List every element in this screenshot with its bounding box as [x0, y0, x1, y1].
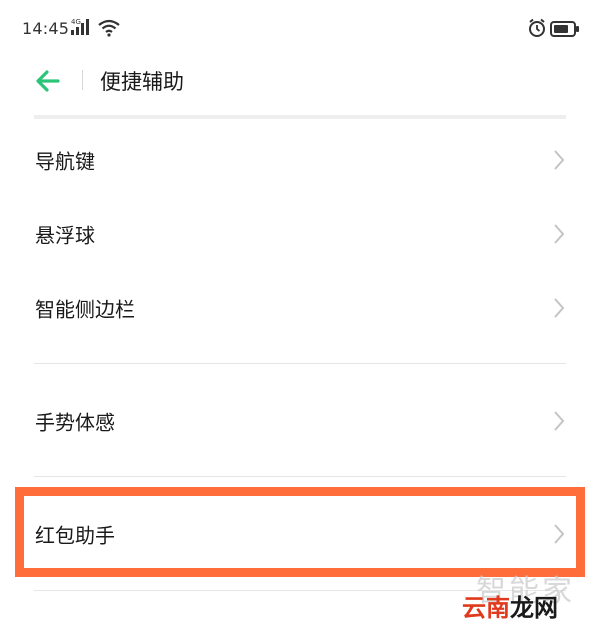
- list-divider: [34, 476, 566, 477]
- list-divider: [34, 363, 566, 364]
- back-button[interactable]: [30, 66, 66, 96]
- list-item-navigation-keys[interactable]: 导航键: [0, 130, 600, 190]
- arrow-left-icon: [36, 70, 60, 92]
- watermark-brand-part2: 龙网: [510, 594, 558, 622]
- list-item-label: 手势体感: [35, 410, 115, 435]
- list-item-label: 悬浮球: [35, 223, 95, 248]
- list-item-smart-sidebar[interactable]: 智能侧边栏: [0, 278, 600, 338]
- chevron-right-icon: [554, 150, 565, 170]
- list-item-label: 导航键: [35, 149, 95, 174]
- status-time: 14:45: [22, 19, 70, 38]
- battery-icon: [550, 21, 580, 41]
- signal-icon: 4G: [70, 17, 96, 41]
- list-item-gesture-motion[interactable]: 手势体感: [0, 391, 600, 451]
- app-header: 便捷辅助: [0, 56, 600, 106]
- wifi-icon: [98, 19, 120, 41]
- header-rule: [34, 115, 566, 119]
- page-title: 便捷辅助: [100, 70, 184, 94]
- list-item-label: 智能侧边栏: [35, 297, 135, 322]
- watermark-brand: 云南龙网: [462, 588, 558, 623]
- alarm-icon: [528, 18, 546, 42]
- watermark-brand-part1: 云南: [462, 594, 510, 622]
- status-bar: 14:45 4G: [0, 0, 600, 56]
- list-item-floating-ball[interactable]: 悬浮球: [0, 204, 600, 264]
- chevron-right-icon: [554, 411, 565, 431]
- network-type: 4G: [71, 18, 81, 26]
- header-divider: [82, 70, 83, 90]
- chevron-right-icon: [554, 524, 565, 544]
- chevron-right-icon: [554, 298, 565, 318]
- chevron-right-icon: [554, 224, 565, 244]
- list-item-red-packet-assistant[interactable]: 红包助手: [0, 504, 600, 564]
- list-item-label: 红包助手: [35, 523, 115, 548]
